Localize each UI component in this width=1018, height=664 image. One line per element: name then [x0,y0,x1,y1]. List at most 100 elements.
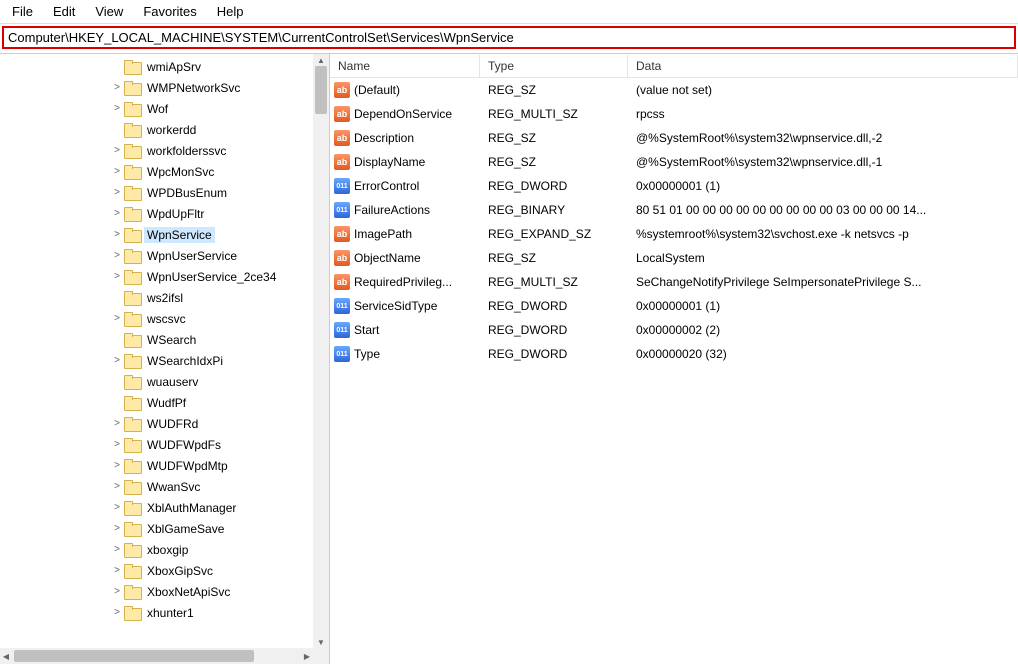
scroll-thumb[interactable] [315,66,327,114]
tree-item[interactable]: >WMPNetworkSvc [110,77,313,98]
tree-item[interactable]: ws2ifsl [110,287,313,308]
tree-vertical-scrollbar[interactable]: ▲ ▼ [313,54,329,648]
folder-icon [124,501,140,515]
value-type: REG_SZ [480,131,628,145]
expand-icon[interactable]: > [110,544,124,555]
tree-item[interactable]: >WpdUpFltr [110,203,313,224]
tree-item[interactable]: >xhunter1 [110,602,313,623]
expand-icon[interactable]: > [110,439,124,450]
tree-item[interactable]: workerdd [110,119,313,140]
tree-item[interactable]: >WUDFRd [110,413,313,434]
value-row[interactable]: 011TypeREG_DWORD0x00000020 (32) [330,342,1018,366]
tree-item-label: workerdd [144,122,199,138]
menu-help[interactable]: Help [209,2,252,21]
expand-icon[interactable]: > [110,460,124,471]
value-row[interactable]: abDependOnServiceREG_MULTI_SZrpcss [330,102,1018,126]
tree-item[interactable]: >WwanSvc [110,476,313,497]
folder-icon [124,81,140,95]
tree-item-label: workfolderssvc [144,143,229,159]
tree-item[interactable]: >Wof [110,98,313,119]
menu-view[interactable]: View [87,2,131,21]
tree-item[interactable]: >XblGameSave [110,518,313,539]
scroll-up-icon[interactable]: ▲ [313,54,329,66]
value-row[interactable]: 011StartREG_DWORD0x00000002 (2) [330,318,1018,342]
tree-item-label: ws2ifsl [144,290,186,306]
tree-item[interactable]: >XblAuthManager [110,497,313,518]
tree-item[interactable]: WudfPf [110,392,313,413]
string-value-icon: ab [334,250,350,266]
values-header: Name Type Data [330,54,1018,78]
expand-icon[interactable]: > [110,166,124,177]
tree-item[interactable]: > WSearchIdxPi [110,350,313,371]
value-name: Description [354,131,414,145]
tree-item[interactable]: >XboxGipSvc [110,560,313,581]
expand-icon[interactable]: > [110,607,124,618]
tree-item-label: WpnService [144,227,215,243]
tree-item[interactable]: > WpnService [110,224,313,245]
folder-icon [124,480,140,494]
tree-item[interactable]: >WpnUserService_2ce34 [110,266,313,287]
menu-file[interactable]: File [4,2,41,21]
menu-edit[interactable]: Edit [45,2,83,21]
expand-icon[interactable]: > [110,523,124,534]
binary-value-icon: 011 [334,298,350,314]
expand-icon[interactable]: > [110,103,124,114]
expand-icon[interactable]: > [110,187,124,198]
tree-item[interactable]: wuauserv [110,371,313,392]
expand-icon[interactable]: > [110,271,124,282]
expand-icon[interactable]: > [110,250,124,261]
tree-item-label: WSearchIdxPi [144,353,226,369]
value-name: ServiceSidType [354,299,437,313]
expand-icon[interactable]: > [110,208,124,219]
value-row[interactable]: 011ServiceSidTypeREG_DWORD0x00000001 (1) [330,294,1018,318]
menu-favorites[interactable]: Favorites [135,2,204,21]
expand-icon[interactable]: > [110,502,124,513]
expand-icon[interactable]: > [110,82,124,93]
address-bar[interactable]: Computer\HKEY_LOCAL_MACHINE\SYSTEM\Curre… [2,26,1016,49]
header-data[interactable]: Data [628,55,1018,77]
header-type[interactable]: Type [480,55,628,77]
expand-icon[interactable]: > [110,313,124,324]
tree-item[interactable]: >WUDFWpdFs [110,434,313,455]
tree-item[interactable]: > workfolderssvc [110,140,313,161]
header-name[interactable]: Name [330,55,480,77]
tree-item-label: WUDFWpdMtp [144,458,231,474]
tree-item[interactable]: >WpcMonSvc [110,161,313,182]
expand-icon[interactable]: > [110,586,124,597]
value-row[interactable]: abObjectNameREG_SZLocalSystem [330,246,1018,270]
tree-item[interactable]: >xboxgip [110,539,313,560]
expand-icon[interactable]: > [110,481,124,492]
tree-item[interactable]: >wscsvc [110,308,313,329]
value-row[interactable]: ab(Default)REG_SZ(value not set) [330,78,1018,102]
value-row[interactable]: 011FailureActionsREG_BINARY80 51 01 00 0… [330,198,1018,222]
binary-value-icon: 011 [334,178,350,194]
tree-item[interactable]: WSearch [110,329,313,350]
folder-icon [124,438,140,452]
value-type: REG_DWORD [480,323,628,337]
value-row[interactable]: abImagePathREG_EXPAND_SZ%systemroot%\sys… [330,222,1018,246]
value-row[interactable]: abDisplayNameREG_SZ@%SystemRoot%\system3… [330,150,1018,174]
tree-item[interactable]: > WUDFWpdMtp [110,455,313,476]
scroll-down-icon[interactable]: ▼ [313,636,329,648]
scroll-left-icon[interactable]: ◀ [0,648,12,664]
value-row[interactable]: abRequiredPrivileg...REG_MULTI_SZSeChang… [330,270,1018,294]
expand-icon[interactable]: > [110,565,124,576]
folder-icon [124,417,140,431]
value-row[interactable]: 011ErrorControlREG_DWORD0x00000001 (1) [330,174,1018,198]
expand-icon[interactable]: > [110,418,124,429]
tree-horizontal-scrollbar[interactable]: ◀ ▶ [0,648,313,664]
value-data: 80 51 01 00 00 00 00 00 00 00 00 00 03 0… [628,203,1018,217]
tree-item[interactable]: wmiApSrv [110,56,313,77]
expand-icon[interactable]: > [110,355,124,366]
folder-icon [124,270,140,284]
value-row[interactable]: abDescriptionREG_SZ@%SystemRoot%\system3… [330,126,1018,150]
tree-item[interactable]: >XboxNetApiSvc [110,581,313,602]
expand-icon[interactable]: > [110,229,124,240]
scroll-right-icon[interactable]: ▶ [301,648,313,664]
tree-item[interactable]: >WPDBusEnum [110,182,313,203]
tree-item[interactable]: >WpnUserService [110,245,313,266]
expand-icon[interactable]: > [110,145,124,156]
tree-item-label: wmiApSrv [144,59,204,75]
scroll-thumb[interactable] [14,650,254,662]
value-name: DisplayName [354,155,425,169]
